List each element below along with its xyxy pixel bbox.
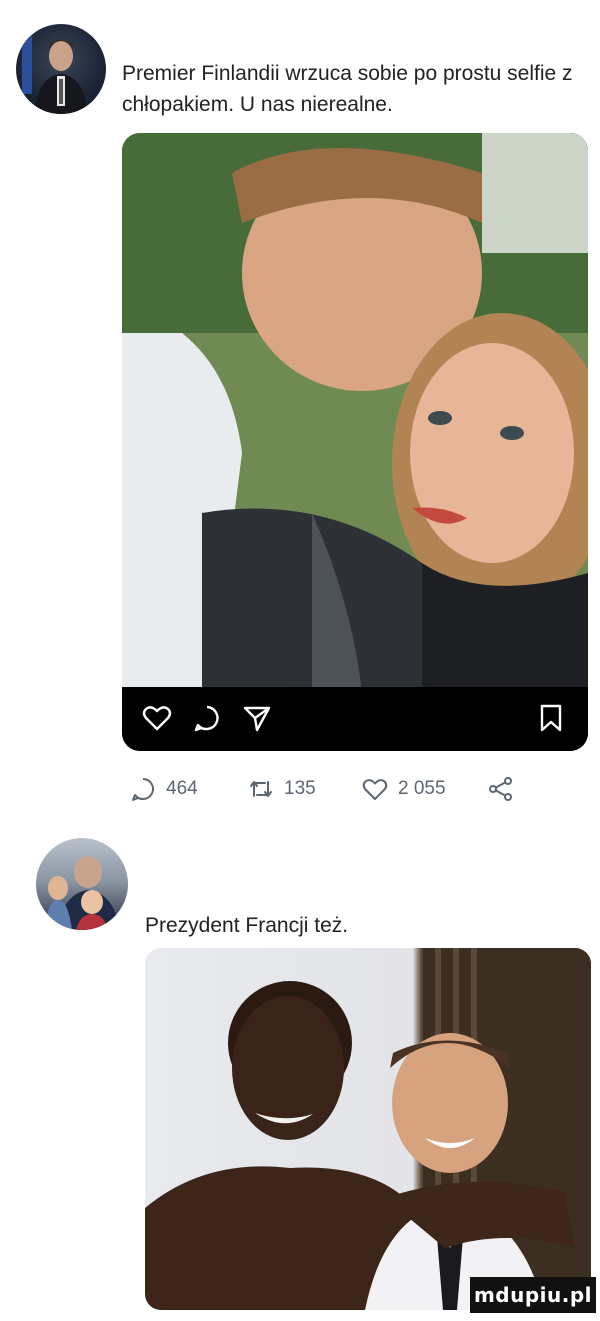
post-text: Prezydent Francji też.	[145, 914, 349, 937]
heart-icon[interactable]	[142, 703, 172, 733]
avatar[interactable]	[16, 24, 106, 114]
retweet-count: 135	[284, 778, 316, 799]
avatar-photo	[44, 856, 120, 930]
post-photo[interactable]	[145, 948, 591, 1310]
share-nodes-icon	[489, 777, 512, 801]
share-button[interactable]	[488, 772, 514, 806]
reply-button[interactable]: 464	[130, 772, 198, 806]
photo-action-bar	[122, 687, 588, 751]
avatar-photo	[22, 34, 88, 114]
selfie-photo	[145, 948, 591, 1310]
watermark-logo: mdupiu.pl	[470, 1277, 596, 1313]
comment-icon[interactable]	[192, 703, 222, 733]
avatar[interactable]	[36, 838, 128, 930]
bookmark-icon[interactable]	[536, 703, 566, 733]
retweet-icon	[250, 781, 272, 797]
reply-count: 464	[166, 778, 198, 799]
selfie-photo	[122, 133, 588, 693]
share-icon[interactable]	[242, 703, 272, 733]
reply-icon	[132, 778, 154, 801]
post-photo[interactable]	[122, 133, 588, 751]
like-count: 2 055	[398, 778, 446, 799]
retweet-button[interactable]: 135	[248, 772, 316, 806]
like-button[interactable]: 2 055	[362, 772, 446, 806]
heart-outline-icon	[362, 779, 388, 800]
post-text: Premier Finlandii wrzuca sobie po prostu…	[122, 62, 573, 116]
tweet-actions: 464 135 2 055	[130, 772, 530, 806]
